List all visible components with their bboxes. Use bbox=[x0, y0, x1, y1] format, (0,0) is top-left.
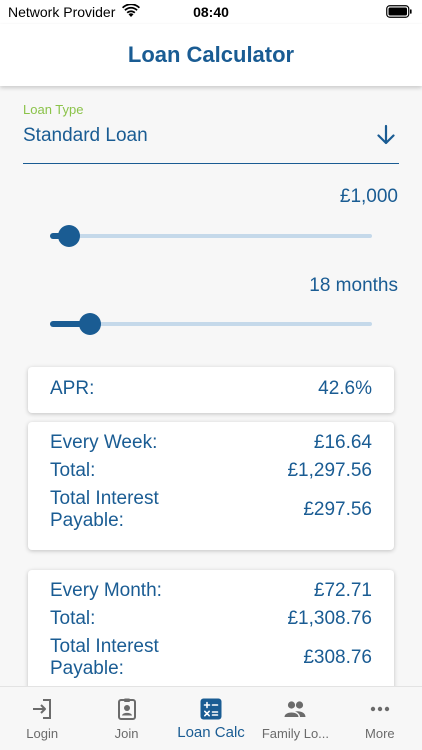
battery-icon bbox=[386, 5, 412, 18]
tab-label: Join bbox=[114, 726, 139, 741]
tab-label: Login bbox=[26, 726, 59, 741]
page-title: Loan Calculator bbox=[127, 42, 295, 67]
monthly-total-label: Total: bbox=[50, 608, 96, 629]
login-icon bbox=[33, 699, 52, 719]
slider-track bbox=[50, 234, 372, 238]
tab-more[interactable]: More bbox=[338, 687, 422, 750]
weekly-total-value: £1,297.56 bbox=[287, 460, 372, 481]
monthly-payment-row: Every Month: £72.71 bbox=[50, 580, 372, 602]
loan-amount-slider[interactable] bbox=[50, 224, 372, 248]
slider-thumb[interactable] bbox=[79, 313, 102, 335]
weekly-interest-row: Total Interest Payable: £297.56 bbox=[50, 488, 372, 532]
apr-card: APR: 42.6% bbox=[28, 367, 394, 413]
monthly-interest-value: £308.76 bbox=[303, 647, 372, 668]
tab-bar: Login Join Loan Calc Family Lo... More bbox=[0, 686, 422, 750]
people-icon bbox=[284, 701, 306, 717]
weekly-total-row: Total: £1,297.56 bbox=[50, 460, 372, 482]
tab-family-loans[interactable]: Family Lo... bbox=[253, 687, 337, 750]
weekly-total-label: Total: bbox=[50, 460, 96, 481]
monthly-interest-label: Total Interest Payable: bbox=[50, 636, 159, 679]
loan-term-label: 18 months bbox=[309, 275, 398, 296]
weekly-repayment-card: Every Week: £16.64 Total: £1,297.56 Tota… bbox=[28, 422, 394, 550]
apr-label: APR: bbox=[50, 378, 95, 399]
loan-amount-label: £1,000 bbox=[339, 186, 398, 207]
loan-type-label: Loan Type bbox=[23, 102, 84, 117]
calculator-icon bbox=[200, 698, 222, 720]
tab-label: Family Lo... bbox=[261, 726, 330, 741]
loan-term-slider[interactable] bbox=[50, 312, 372, 336]
more-icon bbox=[370, 706, 390, 712]
weekly-interest-value: £297.56 bbox=[303, 499, 372, 520]
loan-type-value: Standard Loan bbox=[23, 125, 148, 146]
every-month-value: £72.71 bbox=[313, 580, 372, 601]
tab-label: Loan Calc bbox=[177, 724, 245, 741]
tab-loan-calc[interactable]: Loan Calc bbox=[169, 687, 253, 750]
weekly-payment-row: Every Week: £16.64 bbox=[50, 432, 372, 454]
apr-value: 42.6% bbox=[318, 378, 372, 399]
monthly-total-row: Total: £1,308.76 bbox=[50, 608, 372, 630]
badge-icon bbox=[117, 698, 136, 720]
tab-label: More bbox=[365, 726, 395, 741]
arrow-down-icon[interactable] bbox=[375, 124, 397, 146]
every-month-label: Every Month: bbox=[50, 580, 162, 601]
weekly-interest-label: Total Interest Payable: bbox=[50, 488, 159, 531]
monthly-interest-row: Total Interest Payable: £308.76 bbox=[50, 636, 372, 680]
slider-thumb[interactable] bbox=[58, 225, 81, 247]
tab-login[interactable]: Login bbox=[0, 687, 84, 750]
app-header: Loan Calculator bbox=[0, 24, 422, 86]
clock: 08:40 bbox=[193, 4, 229, 20]
loan-type-select[interactable]: Loan Type Standard Loan bbox=[23, 100, 399, 164]
every-week-label: Every Week: bbox=[50, 432, 158, 453]
apr-row: APR: 42.6% bbox=[50, 378, 372, 400]
tab-join[interactable]: Join bbox=[84, 687, 168, 750]
every-week-value: £16.64 bbox=[313, 432, 372, 453]
status-bar: Network Provider 08:40 bbox=[0, 0, 422, 24]
monthly-total-value: £1,308.76 bbox=[287, 608, 372, 629]
